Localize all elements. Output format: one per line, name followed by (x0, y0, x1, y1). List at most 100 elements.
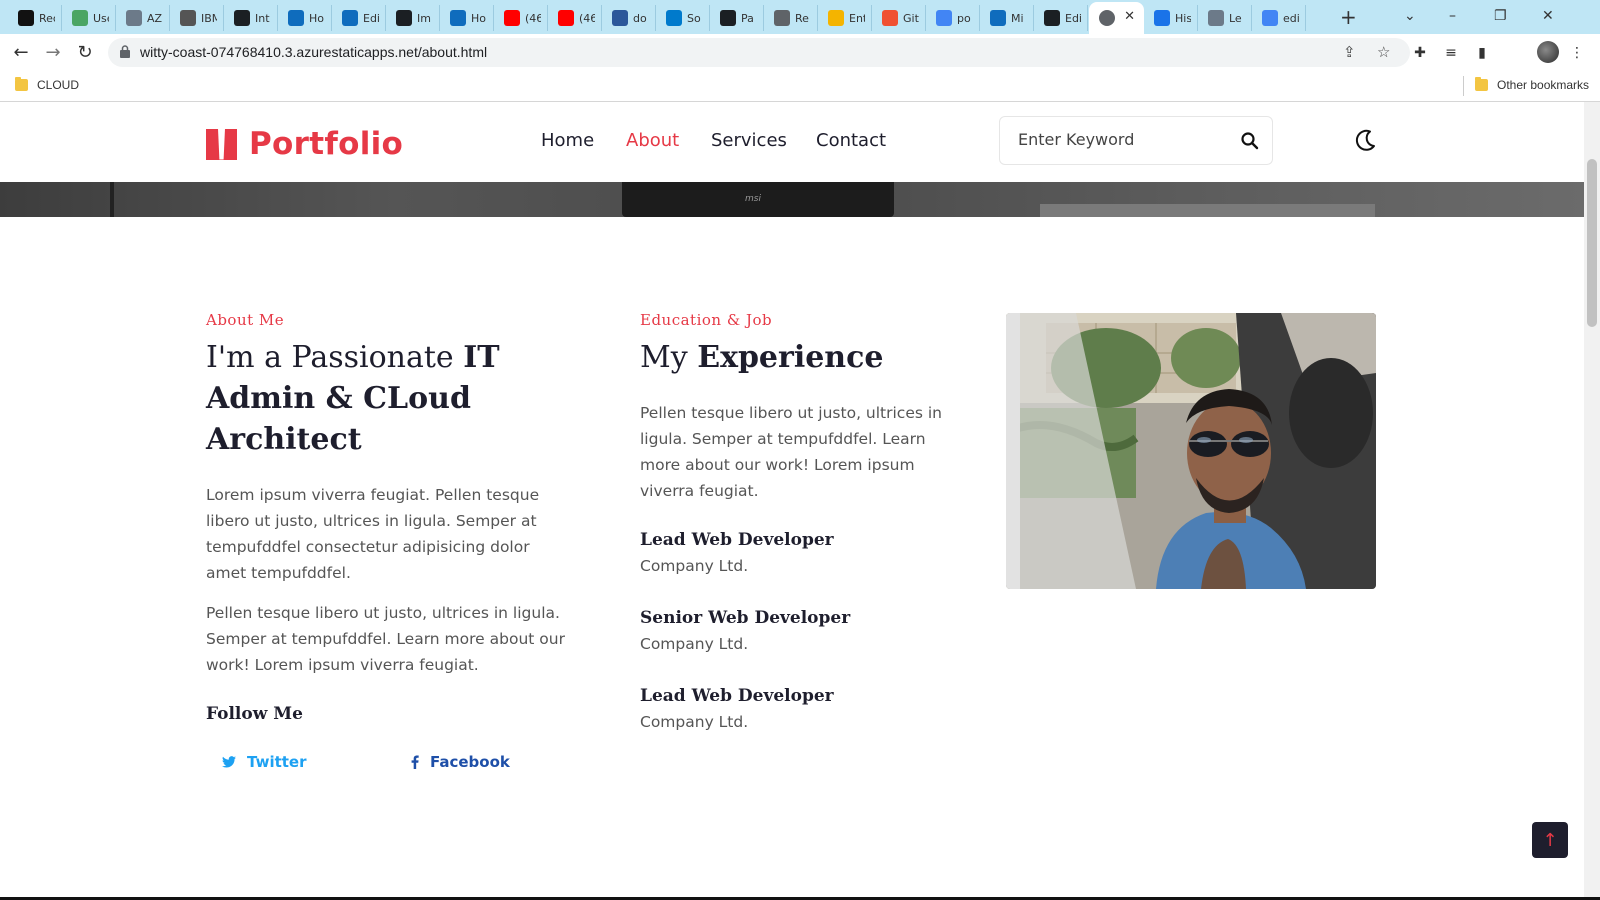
nav-contact[interactable]: Contact (816, 130, 886, 151)
browser-tab-active[interactable]: ✕ (1089, 2, 1144, 34)
url-text[interactable]: witty-coast-074768410.3.azurestaticapps.… (140, 44, 487, 60)
job-company: Company Ltd. (640, 713, 749, 731)
search-box (999, 116, 1273, 165)
job-company: Company Ltd. (640, 557, 749, 575)
side-panel-icon[interactable]: ▮ (1473, 44, 1491, 62)
browser-tab[interactable]: Le (1198, 5, 1252, 31)
tab-favicon-icon (936, 10, 952, 26)
browser-tab[interactable]: Edi (332, 5, 386, 31)
address-bar[interactable]: witty-coast-074768410.3.azurestaticapps.… (108, 38, 1410, 67)
back-icon[interactable]: ← (9, 40, 33, 64)
close-window-icon[interactable]: ✕ (1542, 4, 1554, 28)
tab-favicon-icon (1208, 10, 1224, 26)
tab-label: Rec (39, 11, 55, 25)
tab-label: Re (795, 11, 809, 25)
site-header: Portfolio Home About Services Contact (0, 102, 1584, 182)
facebook-link[interactable]: Facebook (411, 753, 510, 771)
browser-tab[interactable]: (46 (494, 5, 548, 31)
page-scrollbar[interactable] (1584, 102, 1600, 900)
extensions-icon[interactable]: ✚ (1411, 44, 1429, 62)
tab-label: do (633, 11, 647, 25)
browser-tab[interactable]: IBM (170, 5, 224, 31)
tab-favicon-icon (774, 10, 790, 26)
browser-tab[interactable]: do (602, 5, 656, 31)
tab-favicon-icon (450, 10, 466, 26)
browser-tab[interactable]: Int (224, 5, 278, 31)
back-to-top-button[interactable]: ↑ (1532, 822, 1568, 858)
tab-label: Le (1229, 11, 1242, 25)
browser-tab[interactable]: Git (872, 5, 926, 31)
browser-tab[interactable]: (46 (548, 5, 602, 31)
scrollbar-thumb[interactable] (1587, 159, 1597, 327)
tab-label: Pa (741, 11, 754, 25)
bookmarks-bar: CLOUD Other bookmarks (0, 70, 1600, 102)
moon-icon[interactable] (1352, 127, 1378, 153)
close-tab-icon[interactable]: ✕ (1124, 9, 1135, 24)
nav-home[interactable]: Home (541, 130, 594, 151)
tab-favicon-icon (882, 10, 898, 26)
tab-favicon-icon (72, 10, 88, 26)
browser-tab[interactable]: Rec (8, 5, 62, 31)
nav-about[interactable]: About (626, 130, 679, 151)
browser-tab[interactable]: So (656, 5, 710, 31)
bookmark-star-icon[interactable]: ☆ (1377, 43, 1390, 61)
folder-icon (15, 77, 28, 91)
tab-label: Edi (363, 11, 379, 25)
menu-icon[interactable]: ⋮ (1568, 44, 1586, 62)
tab-label: (46 (525, 11, 541, 25)
tab-favicon-icon (720, 10, 736, 26)
browser-tab[interactable]: His (1144, 5, 1198, 31)
tab-label: Edi (1065, 11, 1081, 25)
restore-icon[interactable]: ❐ (1494, 4, 1507, 28)
browser-tab[interactable]: Edi (1034, 5, 1088, 31)
twitter-icon (222, 756, 236, 768)
browser-tab[interactable]: Ent (818, 5, 872, 31)
tab-label: So (687, 11, 701, 25)
tab-favicon-icon (18, 10, 34, 26)
browser-toolbar: ← → ↻ witty-coast-074768410.3.azurestati… (0, 34, 1600, 70)
other-bookmarks[interactable]: Other bookmarks (1475, 77, 1589, 92)
new-tab-icon[interactable]: + (1340, 5, 1357, 29)
bookmarks-divider (1463, 76, 1464, 96)
browser-tab[interactable]: AZ (116, 5, 170, 31)
reload-icon[interactable]: ↻ (73, 40, 97, 64)
tab-label: Mi (1011, 11, 1024, 25)
experience-heading-bold: Experience (697, 340, 884, 375)
tab-label: His (1175, 11, 1191, 25)
nav-services[interactable]: Services (711, 130, 787, 151)
tab-search-icon[interactable]: ⌄ (1404, 4, 1416, 28)
browser-tab[interactable]: po (926, 5, 980, 31)
job-title: Senior Web Developer (640, 608, 851, 628)
browser-tab[interactable]: Ho (278, 5, 332, 31)
browser-tab[interactable]: Mi (980, 5, 1034, 31)
media-icon[interactable]: ≡ (1442, 44, 1460, 62)
facebook-label: Facebook (430, 753, 510, 771)
about-heading-line3: Architect (206, 422, 362, 457)
lock-icon (120, 45, 130, 58)
arrow-up-icon: ↑ (1542, 829, 1558, 851)
browser-tab[interactable]: Re (764, 5, 818, 31)
profile-avatar[interactable] (1537, 41, 1559, 63)
tab-favicon-icon (288, 10, 304, 26)
search-icon[interactable] (1240, 131, 1260, 151)
twitter-link[interactable]: Twitter (222, 753, 307, 771)
about-heading-bold: IT (463, 340, 500, 375)
about-heading-part: I'm a Passionate (206, 340, 464, 375)
experience-intro: Pellen tesque libero ut justo, ultrices … (640, 404, 943, 500)
share-icon[interactable]: ⇪ (1343, 43, 1356, 61)
minimize-icon[interactable]: – (1449, 4, 1456, 28)
follow-heading: Follow Me (206, 704, 303, 724)
browser-tab[interactable]: Ho (440, 5, 494, 31)
tab-favicon-icon (342, 10, 358, 26)
site-logo[interactable]: Portfolio (206, 126, 403, 162)
bookmark-folder-cloud[interactable]: CLOUD (15, 77, 79, 92)
hero-shelf (1040, 204, 1375, 217)
browser-tab[interactable]: Use (62, 5, 116, 31)
browser-tab[interactable]: edi (1252, 5, 1306, 31)
browser-tab[interactable]: Pa (710, 5, 764, 31)
search-input[interactable] (1018, 130, 1228, 149)
browser-tab[interactable]: Im (386, 5, 440, 31)
forward-icon[interactable]: → (41, 40, 65, 64)
hero-brand-text: msi (745, 194, 761, 204)
tab-favicon-icon (234, 10, 250, 26)
